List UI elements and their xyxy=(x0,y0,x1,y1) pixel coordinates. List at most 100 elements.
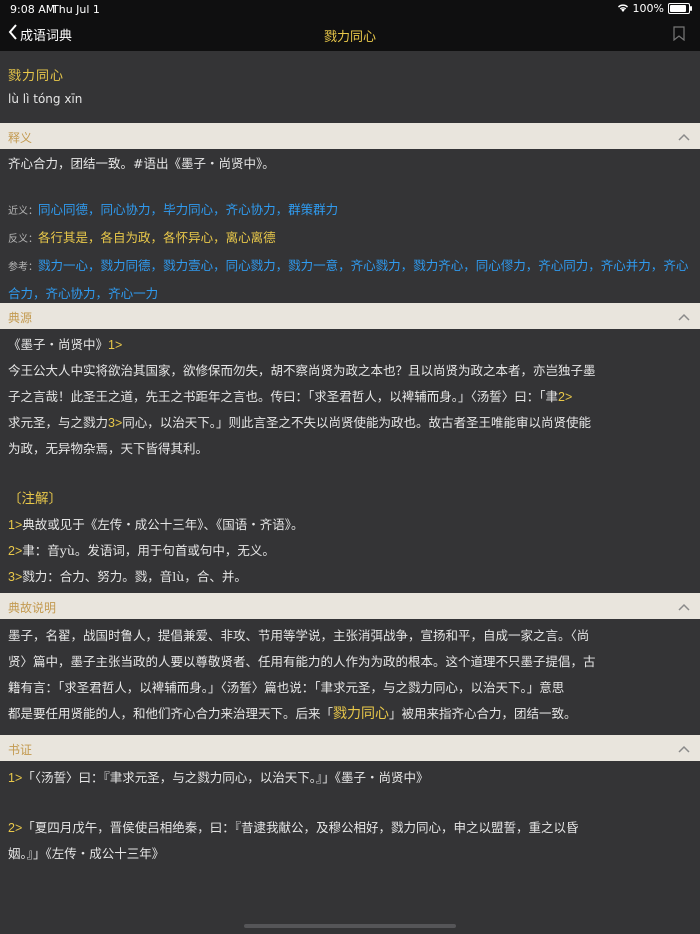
content-scroll[interactable]: 戮力同心 lù lì tóng xīn 释义 齐心合力，团结一致。#语出《墨子・… xyxy=(0,51,700,934)
related-word-link[interactable]: 齐心协力 xyxy=(226,202,276,217)
source-title: 《墨子・尚贤中》1> xyxy=(8,337,123,352)
definition-section: 齐心合力，团结一致。#语出《墨子・尚贤中》。 近义：同心同德，同心协力，毕力同心… xyxy=(0,149,700,303)
separator: ， xyxy=(275,258,289,273)
related-word-link[interactable]: 戮力一心 xyxy=(38,258,88,273)
headword: 戮力同心 xyxy=(8,69,65,84)
section-title: 典源 xyxy=(8,311,33,325)
battery-percent: 100% xyxy=(632,2,664,15)
reference-list: 戮力一心，戮力同德，戮力壹心，同心戮力，戮力一意，齐心戮力，戮力齐心，同心僇力，… xyxy=(8,258,688,301)
story-line: 墨子，名翟，战国时鲁人，提倡兼爱、非攻、节用等学说，主张消弭战争，宣扬和平，自成… xyxy=(8,628,590,643)
chevron-up-icon xyxy=(678,310,690,324)
related-word-link[interactable]: 各行其是 xyxy=(38,230,88,245)
story-line: 籍有言：「求圣君哲人，以裨辅而身。」〈汤誓〉篇也说：「聿求元圣，与之戮力同心，以… xyxy=(8,680,565,695)
evidence-item: 1>「〈汤誓〉曰：『聿求元圣，与之戮力同心，以治天下。』」《墨子・尚贤中》 xyxy=(8,770,429,785)
separator: ， xyxy=(213,230,226,245)
separator: ， xyxy=(463,258,476,273)
section-title: 释义 xyxy=(8,131,33,145)
related-word-link[interactable]: 群策群力 xyxy=(288,202,338,217)
related-word-link[interactable]: 各自为政 xyxy=(101,230,151,245)
navigation-bar: 成语词典 戮力同心 xyxy=(0,18,700,51)
related-word-link[interactable]: 齐心协力 xyxy=(46,286,96,301)
evidence-section: 1>「〈汤誓〉曰：『聿求元圣，与之戮力同心，以治天下。』」《墨子・尚贤中》 2>… xyxy=(0,761,700,867)
related-word-link[interactable]: 齐心并力 xyxy=(601,258,651,273)
separator: ， xyxy=(150,258,164,273)
chevron-up-icon xyxy=(678,600,690,614)
status-time: 9:08 AM xyxy=(10,3,56,16)
section-title: 典故说明 xyxy=(8,601,57,615)
section-header-definition[interactable]: 释义 xyxy=(0,123,700,149)
status-bar: 9:08 AM Thu Jul 1 100% xyxy=(0,0,700,18)
related-word-link[interactable]: 戮力齐心 xyxy=(413,258,463,273)
separator: ， xyxy=(650,258,664,273)
separator: ， xyxy=(338,258,351,273)
related-word-link[interactable]: 戮力一意 xyxy=(288,258,338,273)
related-word-link[interactable]: 毕力同心 xyxy=(163,202,213,217)
separator: ， xyxy=(88,258,101,273)
note-item: 2>聿：音yù。发语词，用于句首或句中，无义。 xyxy=(8,543,275,558)
story-line: 都是要任用贤能的人，和他们齐心合力来治理天下。后来「戮力同心」被用来指齐心合力，… xyxy=(8,706,577,722)
related-word-link[interactable]: 同心僇力 xyxy=(476,258,526,273)
note-marker: 1> xyxy=(108,338,123,352)
section-header-source[interactable]: 典源 xyxy=(0,303,700,329)
note-marker: 3> xyxy=(108,416,123,430)
wifi-icon xyxy=(617,2,629,15)
related-word-link[interactable]: 齐心戮力 xyxy=(351,258,401,273)
synonym-list: 同心同德，同心协力，毕力同心，齐心协力，群策群力 xyxy=(38,202,338,217)
related-word-link[interactable]: 齐心一力 xyxy=(108,286,158,301)
section-title: 书证 xyxy=(8,743,33,757)
separator: ， xyxy=(400,258,414,273)
antonym-label: 反义 xyxy=(8,234,28,245)
battery-fill xyxy=(670,5,686,12)
reference-label: 参考 xyxy=(8,262,28,273)
bookmark-button[interactable] xyxy=(673,26,685,45)
separator: ， xyxy=(33,286,46,301)
note-item: 1>典故或见于《左传・成公十三年》、《国语・齐语》。 xyxy=(8,517,304,532)
note-item: 3>戮力：合力、努力。戮，音lù，合、并。 xyxy=(8,569,247,584)
separator: ， xyxy=(88,202,101,217)
section-header-story[interactable]: 典故说明 xyxy=(0,593,700,619)
section-header-evidence[interactable]: 书证 xyxy=(0,735,700,761)
separator: ， xyxy=(95,286,109,301)
related-word-link[interactable]: 同心戮力 xyxy=(226,258,276,273)
pinyin: lù lì tóng xīn xyxy=(8,92,83,106)
bookmark-icon xyxy=(673,26,685,42)
chevron-up-icon xyxy=(678,742,690,756)
antonym-row: 反义：各行其是，各自为政，各怀异心，离心离德 xyxy=(8,230,276,245)
source-section: 《墨子・尚贤中》1> 今王公大人中实将欲治其国家，欲修保而勿失，胡不察尚贤为政之… xyxy=(0,329,700,593)
chevron-up-icon xyxy=(678,130,690,144)
separator: ， xyxy=(150,230,164,245)
evidence-item-continued: 姻。』」《左传・成公十三年》 xyxy=(8,846,165,861)
separator: ， xyxy=(275,202,289,217)
antonym-list: 各行其是，各自为政，各怀异心，离心离德 xyxy=(38,230,276,245)
related-word-link[interactable]: 同心协力 xyxy=(101,202,151,217)
related-word-link[interactable]: 戮力同德 xyxy=(101,258,151,273)
separator: ， xyxy=(150,202,164,217)
separator: ， xyxy=(525,258,539,273)
separator: ， xyxy=(213,258,226,273)
related-word-link[interactable]: 各怀异心 xyxy=(163,230,213,245)
separator: ， xyxy=(588,258,601,273)
related-word-link[interactable]: 齐心同力 xyxy=(538,258,588,273)
highlighted-idiom: 戮力同心 xyxy=(333,706,390,722)
home-indicator xyxy=(244,924,456,928)
page-title: 戮力同心 xyxy=(323,30,376,45)
source-line: 求元圣，与之戮力3>同心，以治天下。」则此言圣之不失以尚贤使能为政也。故古者圣王… xyxy=(8,415,592,430)
definition-text: 齐心合力，团结一致。#语出《墨子・尚贤中》。 xyxy=(8,156,275,171)
evidence-item: 2>「夏四月戊午，晋侯使吕相绝秦，曰：『昔逮我献公，及穆公相好，戮力同心，申之以… xyxy=(8,820,579,835)
status-right: 100% xyxy=(617,2,692,15)
story-section: 墨子，名翟，战国时鲁人，提倡兼爱、非攻、节用等学说，主张消弭战争，宣扬和平，自成… xyxy=(0,619,700,735)
related-word-link[interactable]: 同心同德 xyxy=(38,202,88,217)
source-line: 为政，无异物杂焉，天下皆得其利。 xyxy=(8,441,209,456)
source-line: 今王公大人中实将欲治其国家，欲修保而勿失，胡不察尚贤为政之本也？且以尚贤为政之本… xyxy=(8,363,596,378)
headword-block: 戮力同心 lù lì tóng xīn xyxy=(0,51,700,123)
related-word-link[interactable]: 离心离德 xyxy=(226,230,276,245)
source-line: 子之言哉！此圣王之道，先王之书距年之言也。传曰：「求圣君哲人，以裨辅而身。」〈汤… xyxy=(8,389,573,404)
synonym-label: 近义 xyxy=(8,206,28,217)
notes-heading: 〔注解〕 xyxy=(8,491,62,507)
status-date: Thu Jul 1 xyxy=(52,3,100,16)
battery-icon xyxy=(668,3,692,14)
separator: ， xyxy=(213,202,226,217)
synonym-row: 近义：同心同德，同心协力，毕力同心，齐心协力，群策群力 xyxy=(8,202,339,217)
reference-row: 参考：戮力一心，戮力同德，戮力壹心，同心戮力，戮力一意，齐心戮力，戮力齐心，同心… xyxy=(8,258,689,301)
related-word-link[interactable]: 戮力壹心 xyxy=(163,258,213,273)
